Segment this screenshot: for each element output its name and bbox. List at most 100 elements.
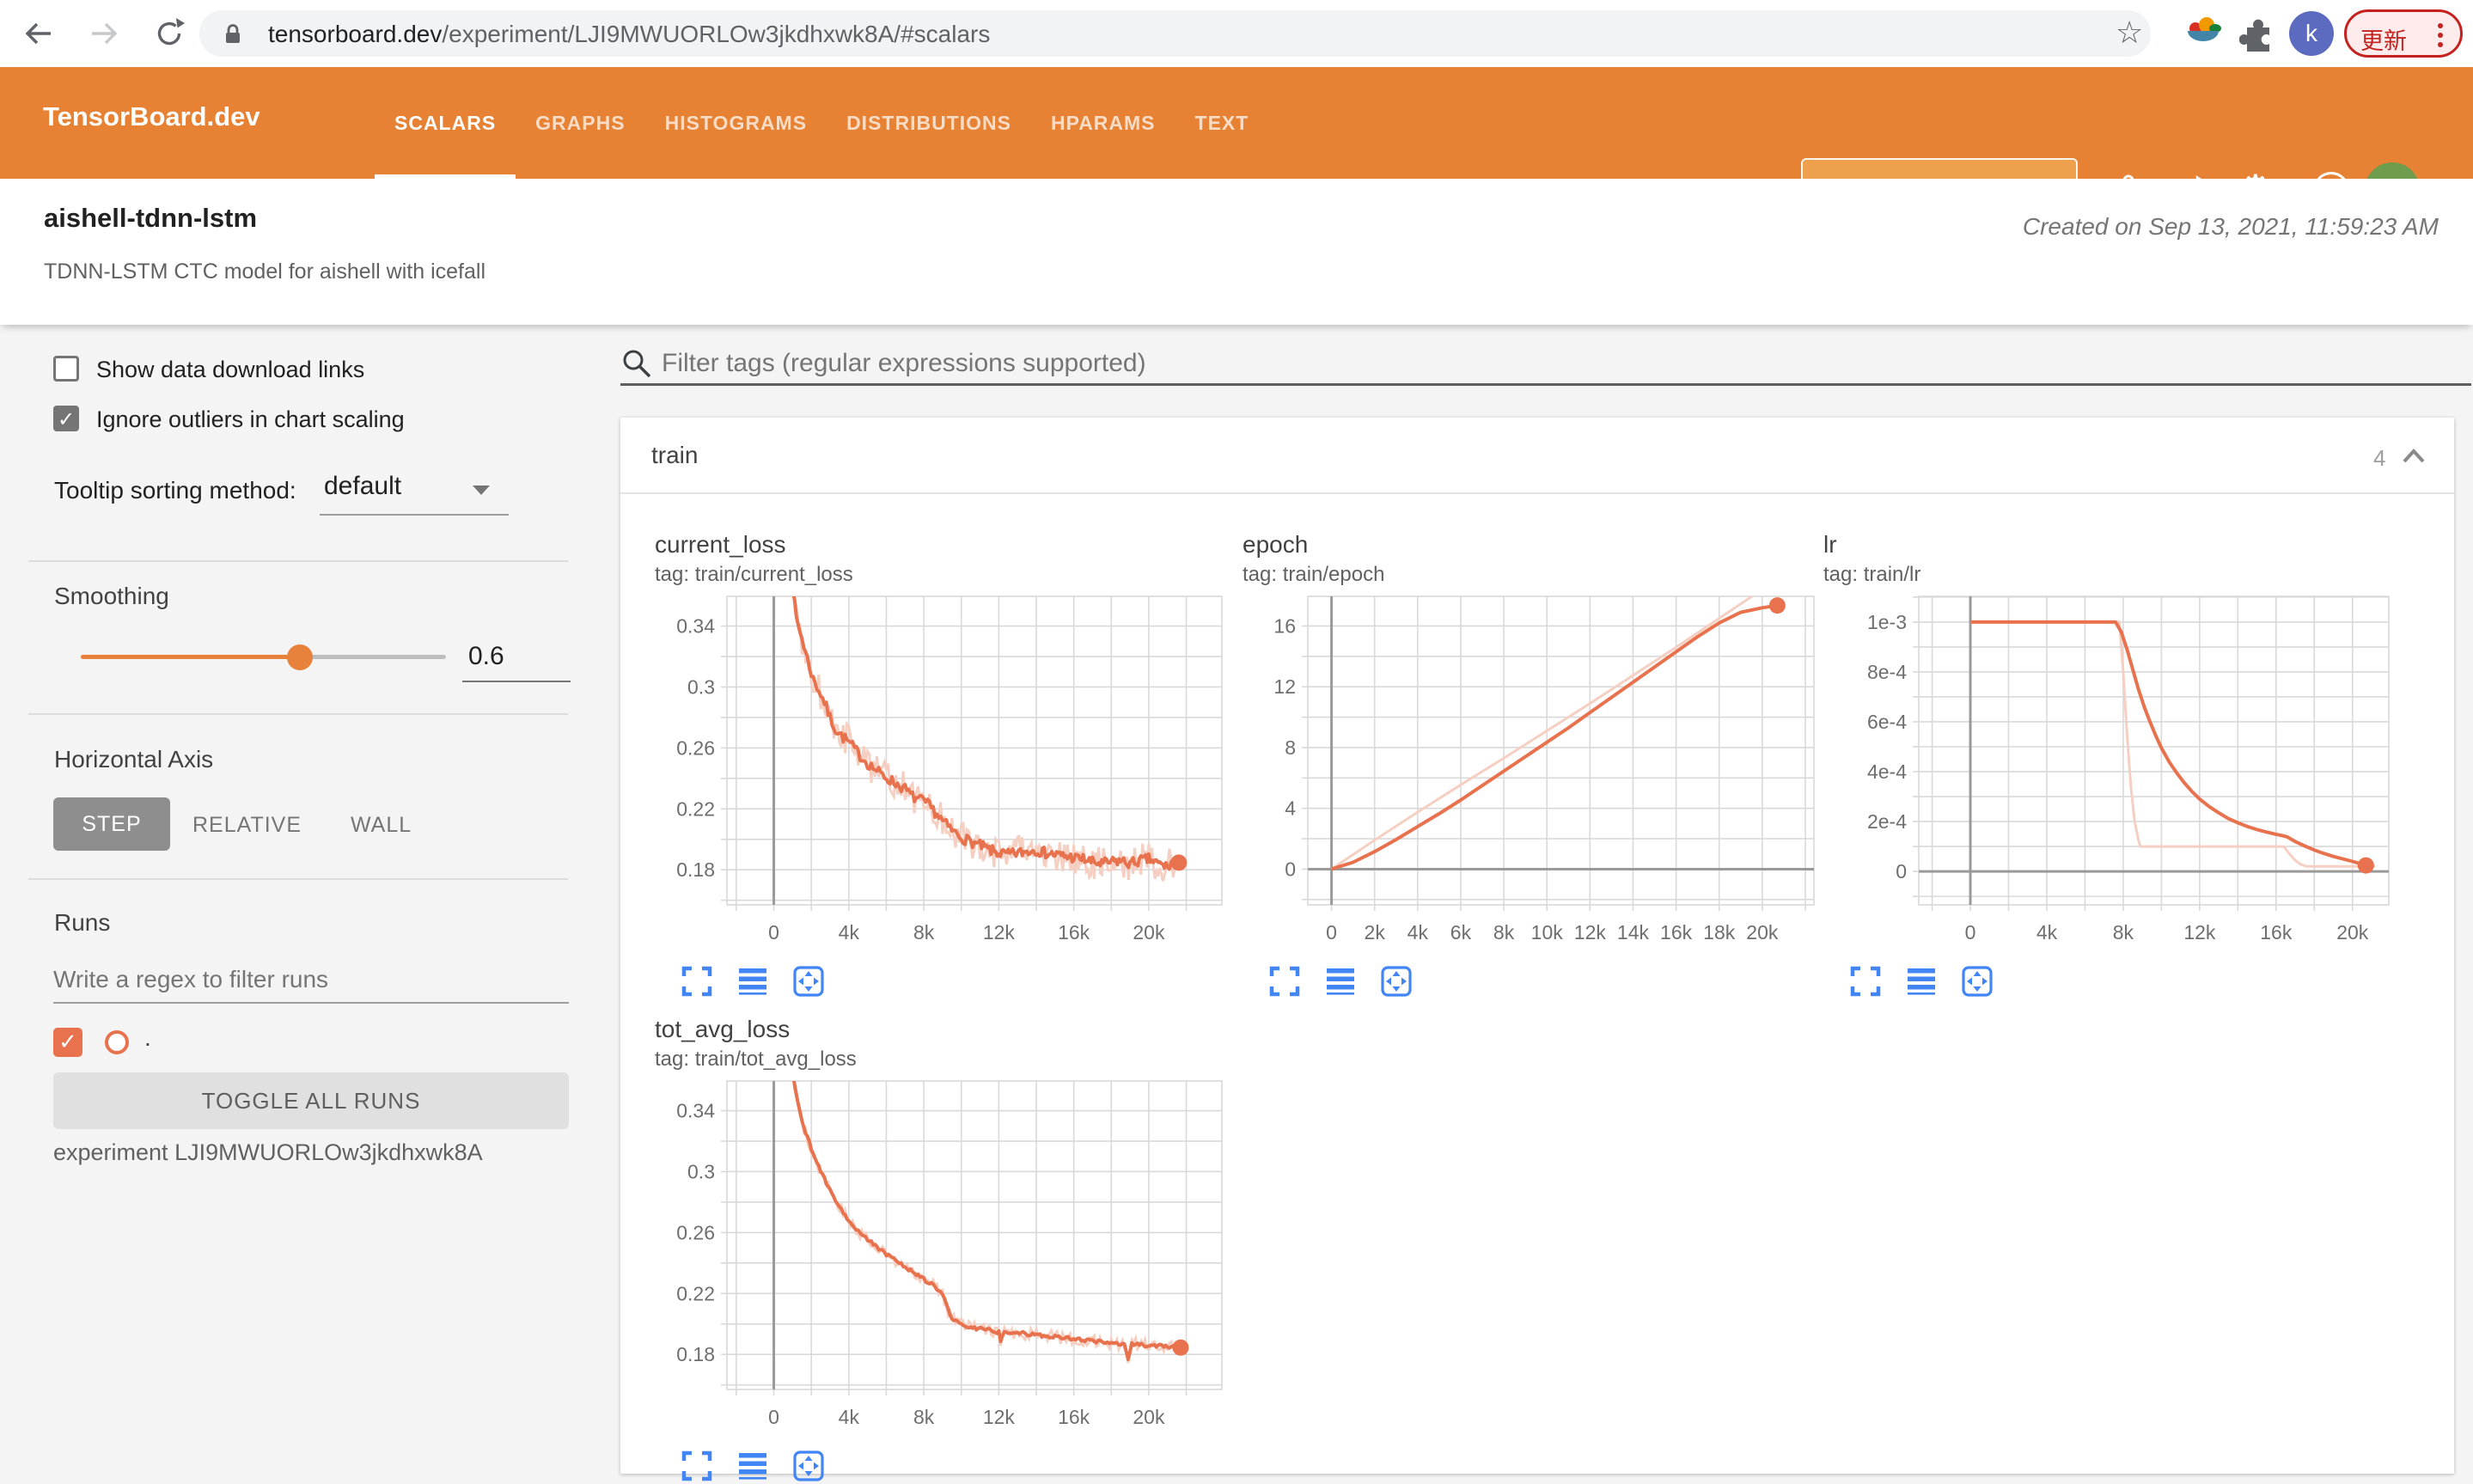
svg-text:8k: 8k [1493,921,1515,944]
page: tensorboard.dev/experiment/LJI9MWUORLOw3… [0,0,2473,1481]
svg-text:0.34: 0.34 [676,1100,715,1122]
svg-text:0: 0 [1285,858,1296,880]
checkmark-icon: ✓ [57,408,76,431]
tab-scalars[interactable]: SCALARS [375,67,516,179]
svg-text:0.18: 0.18 [676,858,715,881]
chart-plot[interactable]: 0 4k 8k 12k 16k 20k 1e-3 8e-4 6e-4 4e-4 2e-4 0 [1822,591,2403,948]
chart-toolbar [653,1450,825,1482]
svg-text:4k: 4k [1407,921,1429,944]
axis-wall-button[interactable]: WALL [351,813,412,838]
fit-domain-icon[interactable] [792,965,825,998]
tab-distributions[interactable]: DISTRIBUTIONS [827,67,1031,179]
divider [28,878,568,880]
svg-text:2e-4: 2e-4 [1867,810,1907,833]
chart-title: epoch [1243,531,1309,558]
fullscreen-icon[interactable] [681,965,713,998]
svg-text:10k: 10k [1531,921,1564,944]
tab-histograms[interactable]: HISTOGRAMS [645,67,827,179]
show-download-links-checkbox[interactable] [53,356,79,382]
chart-tag: tag: train/current_loss [655,563,853,586]
svg-text:0.26: 0.26 [676,1221,715,1243]
group-title[interactable]: train [651,442,698,469]
fullscreen-icon[interactable] [681,1450,713,1482]
forward-icon[interactable] [86,15,122,52]
smoothing-value[interactable]: 0.6 [468,642,504,671]
svg-text:16k: 16k [2260,921,2293,944]
tab-graphs[interactable]: GRAPHS [516,67,644,179]
svg-text:0: 0 [1896,860,1907,882]
url-text: tensorboard.dev/experiment/LJI9MWUORLOw3… [268,21,990,48]
data-rows-icon[interactable] [736,965,769,998]
svg-text:1e-3: 1e-3 [1867,611,1907,633]
svg-text:2k: 2k [1365,921,1386,944]
nav-tabs: SCALARS GRAPHS HISTOGRAMS DISTRIBUTIONS HPAR… [375,67,1268,179]
smoothing-slider-track[interactable] [300,655,446,659]
chart-plot[interactable]: 0 4k 8k 12k 16k 20k 0.34 0.3 0.26 0.22 0.18 [653,1076,1234,1432]
chart-epoch: epoch tag: train/epoch 0 2k 4k 6k 8k 10k 12k 14k 1… [1241,531,1822,999]
browser-profile-avatar[interactable]: k [2289,11,2334,56]
fullscreen-icon[interactable] [1849,965,1882,998]
ignore-outliers-checkbox[interactable]: ✓ [53,406,79,431]
axis-step-button[interactable]: STEP [53,797,170,851]
bookmark-star-icon[interactable]: ☆ [2116,15,2143,51]
filter-tags-input[interactable]: Filter tags (regular expressions support… [662,349,1146,378]
svg-text:20k: 20k [1133,921,1165,944]
chart-toolbar [1241,965,1413,998]
extensions-puzzle-icon[interactable] [2239,14,2277,52]
app-logo[interactable]: TensorBoard.dev [43,101,260,132]
axis-relative-button[interactable]: RELATIVE [192,813,302,838]
runs-filter-input[interactable]: Write a regex to filter runs [53,966,328,993]
svg-text:20k: 20k [2336,921,2369,944]
svg-text:4k: 4k [839,1406,860,1428]
svg-text:0.22: 0.22 [676,1282,715,1304]
svg-text:16k: 16k [1058,921,1090,944]
train-card: train 4 current_loss tag: train/current_l… [620,418,2454,1481]
svg-text:0.3: 0.3 [687,1160,715,1182]
app-header: TensorBoard.dev SCALARS GRAPHS HISTOGRAMS D… [0,67,2473,222]
ignore-outliers-label: Ignore outliers in chart scaling [96,406,405,432]
fullscreen-icon[interactable] [1268,965,1301,998]
group-count: 4 [2373,445,2386,471]
chart-title: tot_avg_loss [655,1016,791,1042]
fit-domain-icon[interactable] [1961,965,1994,998]
smoothing-slider-filled[interactable] [81,655,300,659]
toggle-all-runs-button[interactable]: TOGGLE ALL RUNS [53,1072,569,1129]
svg-text:0: 0 [768,1406,779,1428]
run-color-swatch[interactable] [105,1030,129,1054]
experiment-description: TDNN-LSTM CTC model for aishell with ice… [44,260,486,284]
svg-text:12k: 12k [2183,921,2216,944]
chart-lr: lr tag: train/lr 0 4k 8k 12k 16k 20k 1e-3 8e-4 6e-… [1822,531,2403,999]
collapse-chevron-icon[interactable] [2401,447,2427,466]
data-rows-icon[interactable] [736,1450,769,1482]
tooltip-sort-label: Tooltip sorting method: [54,477,296,504]
svg-text:0: 0 [768,921,779,944]
chart-plot[interactable]: 0 4k 8k 12k 16k 20k 0.34 0.3 0.26 0.22 0.18 [653,591,1234,948]
svg-text:0.26: 0.26 [676,736,715,759]
svg-text:20k: 20k [1133,1406,1165,1428]
lock-icon [226,24,240,43]
chart-title: current_loss [655,531,786,558]
run-checkbox[interactable]: ✓ [53,1028,82,1057]
url-domain: tensorboard.dev [268,21,443,47]
experiment-id-label: experiment LJI9MWUORLOw3jkdhxwk8A [53,1139,483,1165]
url-path: /experiment/LJI9MWUORLOw3jkdhxwk8A/#scal… [442,21,991,47]
chart-tag: tag: train/lr [1823,563,1921,586]
back-icon[interactable] [21,15,57,52]
svg-text:12k: 12k [1574,921,1607,944]
chrome-update-button[interactable]: 更新 [2344,9,2463,58]
smoothing-slider-thumb[interactable] [287,644,313,670]
chart-plot[interactable]: 0 2k 4k 6k 8k 10k 12k 14k 16k 18k 20k 16 12 8 4 0 [1241,591,1822,948]
reload-icon[interactable] [151,15,187,52]
extension-bowl-icon[interactable] [2183,12,2224,53]
data-rows-icon[interactable] [1905,965,1938,998]
chart-toolbar [1822,965,1994,998]
fit-domain-icon[interactable] [792,1450,825,1482]
svg-text:0.34: 0.34 [676,615,715,638]
tab-hparams[interactable]: HPARAMS [1031,67,1175,179]
tab-text[interactable]: TEXT [1175,67,1269,179]
svg-text:0.18: 0.18 [676,1343,715,1365]
data-rows-icon[interactable] [1324,965,1357,998]
svg-text:8k: 8k [913,921,935,944]
fit-domain-icon[interactable] [1380,965,1413,998]
tooltip-sort-select[interactable]: default [324,472,401,501]
